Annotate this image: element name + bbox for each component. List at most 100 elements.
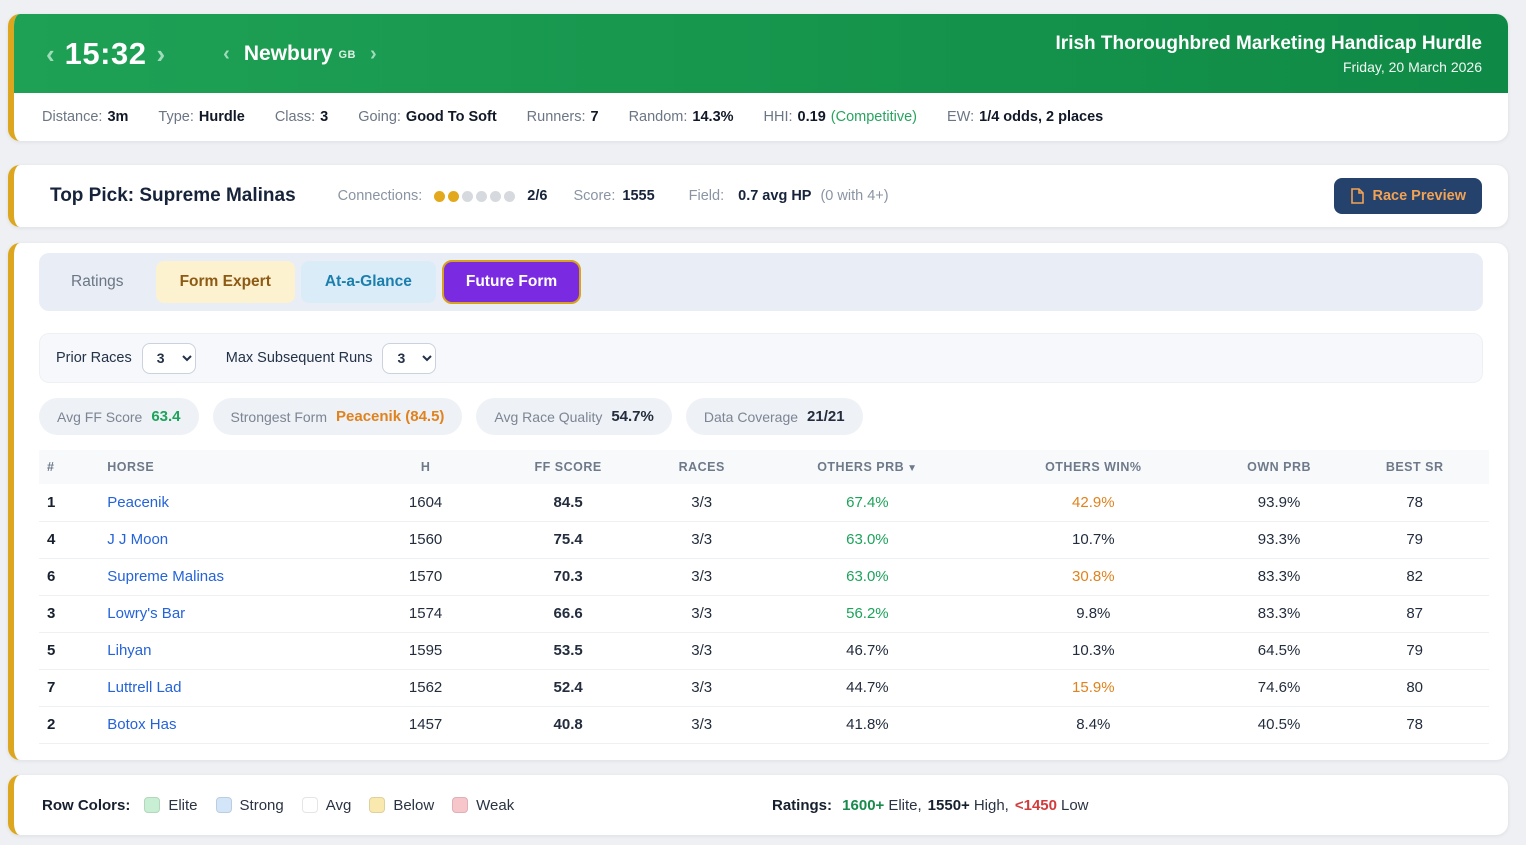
cell-number: 2 [39,706,105,743]
prev-course-chevron-icon[interactable]: ‹ [217,44,236,64]
tab-ratings[interactable]: Ratings [45,261,150,303]
horse-link[interactable]: Botox Has [107,716,176,733]
connection-dot [476,191,487,202]
connections-count: 2/6 [527,188,547,204]
legend-swatch [144,797,160,813]
legend-label: Weak [476,797,514,814]
cell-own-prb: 74.6% [1218,669,1341,706]
race-info-extra: (Competitive) [831,109,917,125]
stat-value: 54.7% [611,408,654,425]
horse-link[interactable]: Supreme Malinas [107,568,224,585]
connections-group: Connections: 2/6 [338,188,548,204]
cell-races: 3/3 [637,521,766,558]
cell-horse: Lowry's Bar [105,595,352,632]
race-info-item: EW:1/4 odds, 2 places [947,109,1103,125]
prior-races-select[interactable]: 3 [142,343,196,374]
score-label: Score: [573,188,615,204]
race-info-item: Random:14.3% [629,109,734,125]
column-header-races[interactable]: RACES [637,450,766,484]
cell-number: 4 [39,521,105,558]
race-title: Irish Thoroughbred Marketing Handicap Hu… [1056,33,1482,55]
cell-number: 6 [39,558,105,595]
tab-form-expert[interactable]: Form Expert [156,261,295,303]
legend-label: Strong [240,797,284,814]
rating-tier-label: High, [974,797,1009,814]
horse-link[interactable]: Luttrell Lad [107,679,181,696]
cell-horse: Supreme Malinas [105,558,352,595]
stat-pill-avg-race-quality: Avg Race Quality54.7% [476,398,671,435]
cell-own-prb: 83.3% [1218,595,1341,632]
race-info-value: 0.19 [798,109,826,125]
column-header-horse[interactable]: HORSE [105,450,352,484]
race-banner: ‹ 15:32 › ‹ Newbury GB › Irish Thoroughb… [14,14,1508,93]
connection-dot [434,191,445,202]
table-body: 1Peacenik160484.53/367.4%42.9%93.9%784J … [39,484,1489,743]
table-header-row: #HORSEHFF SCORERACESOTHERS PRB▼OTHERS WI… [39,450,1489,484]
cell-h-rating: 1574 [352,595,499,632]
horse-link[interactable]: Peacenik [107,494,169,511]
connection-dot [504,191,515,202]
race-info-item: Runners:7 [527,109,599,125]
cell-best-sr: 78 [1340,706,1489,743]
race-info-label: Distance: [42,109,102,125]
legend-label: Below [393,797,434,814]
cell-races: 3/3 [637,632,766,669]
column-header-best-sr[interactable]: BEST SR [1340,450,1489,484]
race-info-value: Good To Soft [406,109,497,125]
race-info-value: 3 [320,109,328,125]
column-header-own-prb[interactable]: OWN PRB [1218,450,1341,484]
stat-label: Avg FF Score [57,409,142,425]
horse-link[interactable]: J J Moon [107,531,168,548]
horse-link[interactable]: Lowry's Bar [107,605,185,622]
cell-others-prb: 63.0% [766,521,969,558]
column-header-ff-score[interactable]: FF SCORE [499,450,638,484]
cell-h-rating: 1595 [352,632,499,669]
column-header-others-prb[interactable]: OTHERS PRB▼ [766,450,969,484]
table-row: 4J J Moon156075.43/363.0%10.7%93.3%79 [39,521,1489,558]
race-preview-button[interactable]: Race Preview [1334,178,1482,214]
legend-item-below: Below [369,797,434,814]
rating-tier-label: Elite, [888,797,921,814]
race-preview-label: Race Preview [1372,188,1466,204]
column-header-others-win-[interactable]: OTHERS WIN% [969,450,1218,484]
stat-pill-strongest-form: Strongest FormPeacenik (84.5) [213,398,463,435]
cell-others-win: 15.9% [969,669,1218,706]
column-header--[interactable]: # [39,450,105,484]
cell-ff-score: 75.4 [499,521,638,558]
cell-best-sr: 87 [1340,595,1489,632]
course-name: Newbury [244,42,333,66]
cell-h-rating: 1562 [352,669,499,706]
race-info-item: Going:Good To Soft [358,109,496,125]
stat-value: 63.4 [151,408,180,425]
cell-others-win: 30.8% [969,558,1218,595]
ratings-key-values: 1600+Elite,1550+High,<1450Low [842,797,1094,814]
prev-race-chevron-icon[interactable]: ‹ [40,41,61,67]
cell-h-rating: 1457 [352,706,499,743]
stat-value: 21/21 [807,408,845,425]
race-info-label: EW: [947,109,974,125]
legend-swatch [452,797,468,813]
max-subsequent-runs-select[interactable]: 3 [382,343,436,374]
next-course-chevron-icon[interactable]: › [364,44,383,64]
cell-number: 1 [39,484,105,521]
cell-races: 3/3 [637,706,766,743]
next-race-chevron-icon[interactable]: › [150,41,171,67]
legend-item-weak: Weak [452,797,514,814]
cell-best-sr: 80 [1340,669,1489,706]
cell-horse: Peacenik [105,484,352,521]
horse-link[interactable]: Lihyan [107,642,151,659]
max-subsequent-runs-label: Max Subsequent Runs [226,350,373,366]
cell-races: 3/3 [637,669,766,706]
tab-at-a-glance[interactable]: At-a-Glance [301,261,436,303]
cell-others-prb: 44.7% [766,669,969,706]
top-pick-title: Top Pick: Supreme Malinas [50,185,296,207]
race-info-label: Random: [629,109,688,125]
legend-label: Elite [168,797,197,814]
score-group: Score: 1555 [573,188,654,204]
stat-label: Data Coverage [704,409,798,425]
connections-label: Connections: [338,188,423,204]
race-info-label: Type: [158,109,193,125]
column-header-h[interactable]: H [352,450,499,484]
rating-threshold: <1450 [1015,797,1057,814]
tab-future-form[interactable]: Future Form [442,260,581,304]
